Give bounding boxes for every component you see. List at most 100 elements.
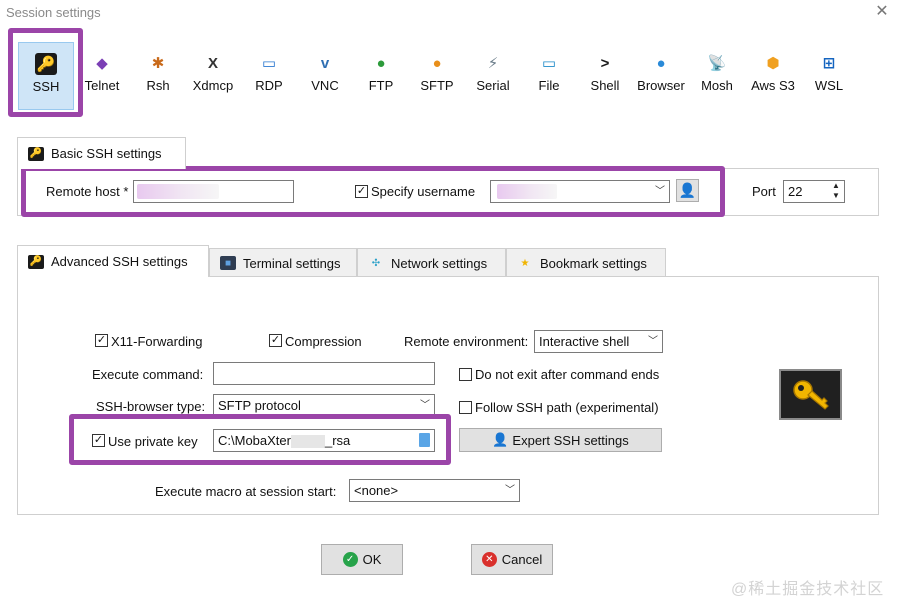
protocol-label: SSH [32, 79, 60, 94]
ssh-icon: 🔑 [28, 254, 44, 269]
protocol-label: Shell [590, 78, 620, 93]
compression-label: Compression [285, 334, 362, 349]
redacted-host [137, 184, 219, 199]
ssh-browser-type-value: SFTP protocol [218, 398, 301, 413]
chevron-down-icon: ﹀ [420, 400, 430, 411]
tab-label: Terminal settings [243, 255, 341, 271]
protocol-vnc-button[interactable]: v VNC [297, 42, 353, 110]
port-spinner[interactable]: ▲ ▼ [828, 181, 844, 202]
tab-basic-ssh-label: Basic SSH settings [51, 146, 162, 161]
close-icon[interactable]: ✕ [872, 2, 892, 22]
private-key-input[interactable]: C:\MobaXter _rsa [213, 429, 435, 452]
file-icon: ▭ [541, 55, 557, 72]
protocol-rsh-button[interactable]: ✱ Rsh [130, 42, 186, 110]
use-private-key-label: Use private key [108, 434, 198, 449]
protocol-browser-button[interactable]: ● Browser [633, 42, 689, 110]
remote-host-label: Remote host * [46, 184, 129, 199]
ok-button[interactable]: ✓ OK [321, 544, 403, 575]
protocol-serial-button[interactable]: ⚡ Serial [465, 42, 521, 110]
protocol-label: Browser [637, 78, 685, 93]
execute-command-label: Execute command: [92, 367, 204, 382]
port-label: Port [752, 184, 776, 199]
window-title: Session settings [6, 5, 101, 20]
do-not-exit-label: Do not exit after command ends [475, 367, 660, 382]
protocol-label: Xdmcp [192, 78, 234, 93]
ssh-icon: 🔑 [35, 53, 57, 75]
shell-icon: > [600, 54, 610, 72]
ssh-browser-type-select[interactable]: SFTP protocol ﹀ [213, 394, 435, 417]
tab-advanced-ssh-settings[interactable]: 🔑 Advanced SSH settings [17, 245, 209, 277]
tab-label: Advanced SSH settings [51, 254, 188, 269]
network-icon: ✣ [371, 257, 381, 269]
protocol-label: Serial [476, 78, 510, 93]
ftp-icon: ● [376, 54, 386, 72]
specify-username-checkbox[interactable]: ✓ [355, 185, 368, 198]
rsh-icon: ✱ [151, 55, 165, 72]
protocol-label: File [538, 78, 560, 93]
x11-forwarding-label: X11-Forwarding [111, 334, 203, 349]
ssh-icon: 🔑 [28, 146, 44, 161]
protocol-ftp-button[interactable]: ● FTP [353, 42, 409, 110]
file-browse-icon[interactable] [419, 433, 430, 447]
tab-bookmark-settings[interactable]: ★ Bookmark settings [506, 248, 666, 277]
mosh-icon: 📡 [707, 55, 727, 72]
telnet-icon: ◆ [96, 55, 108, 72]
cancel-button[interactable]: ✕ Cancel [471, 544, 553, 575]
tab-terminal-settings[interactable]: ■ Terminal settings [209, 248, 357, 277]
remote-environment-select[interactable]: Interactive shell ﹀ [534, 330, 663, 353]
protocol-telnet-button[interactable]: ◆ Telnet [74, 42, 130, 110]
execute-command-input[interactable] [213, 362, 435, 385]
remote-host-input[interactable] [133, 180, 294, 203]
follow-ssh-path-label: Follow SSH path (experimental) [475, 400, 659, 415]
private-key-path-suffix: _rsa [324, 433, 351, 448]
protocol-file-button[interactable]: ▭ File [521, 42, 577, 110]
compression-checkbox[interactable]: ✓ [269, 334, 282, 347]
specify-username-label: Specify username [371, 184, 476, 199]
port-value: 22 [788, 184, 803, 199]
protocol-shell-button[interactable]: > Shell [577, 42, 633, 110]
use-private-key-checkbox[interactable]: ✓ [92, 434, 105, 447]
browser-icon: ● [656, 54, 666, 72]
protocol-aws-s3-button[interactable]: ⬢ Aws S3 [745, 42, 801, 110]
x11-forwarding-checkbox[interactable]: ✓ [95, 334, 108, 347]
user-icon: 👤 [678, 182, 697, 198]
remote-environment-value: Interactive shell [539, 334, 630, 349]
redacted-username [497, 184, 557, 199]
aws-s3-icon: ⬢ [766, 55, 780, 72]
protocol-xdmcp-button[interactable]: X Xdmcp [185, 42, 241, 110]
expert-ssh-settings-button[interactable]: 👤 Expert SSH settings [459, 428, 662, 452]
tab-label: Network settings [391, 255, 488, 271]
wsl-icon: ⊞ [822, 55, 836, 72]
protocol-label: Rsh [146, 78, 170, 93]
check-icon: ✓ [342, 552, 358, 567]
remote-environment-label: Remote environment: [404, 334, 529, 349]
username-select[interactable]: ﹀ [490, 180, 670, 203]
expert-ssh-settings-label: Expert SSH settings [512, 432, 629, 448]
protocol-label: Telnet [84, 78, 120, 93]
protocol-label: RDP [255, 78, 283, 93]
protocol-label: SFTP [420, 78, 454, 93]
vnc-icon: v [320, 54, 330, 72]
key-icon [779, 369, 842, 420]
ok-label: OK [362, 552, 382, 567]
protocol-sftp-button[interactable]: ● SFTP [409, 42, 465, 110]
do-not-exit-checkbox[interactable] [459, 368, 472, 381]
execute-macro-select[interactable]: <none> ﹀ [349, 479, 520, 502]
port-input[interactable]: 22 ▲ ▼ [783, 180, 845, 203]
private-key-path-prefix: C:\MobaXter [218, 433, 291, 448]
ssh-browser-type-label: SSH-browser type: [96, 399, 206, 414]
user-manager-button[interactable]: 👤 [676, 179, 699, 202]
protocol-wsl-button[interactable]: ⊞ WSL [801, 42, 857, 110]
protocol-mosh-button[interactable]: 📡 Mosh [689, 42, 745, 110]
protocol-label: WSL [814, 78, 844, 93]
protocol-label: Mosh [701, 78, 733, 93]
protocol-rdp-button[interactable]: ▭ RDP [241, 42, 297, 110]
follow-ssh-path-checkbox[interactable] [459, 401, 472, 414]
tab-network-settings[interactable]: ✣ Network settings [357, 248, 506, 277]
execute-macro-value: <none> [354, 483, 399, 498]
protocol-ssh-button[interactable]: 🔑 SSH [18, 42, 74, 110]
chevron-down-icon: ﹀ [505, 485, 515, 496]
sftp-icon: ● [432, 54, 442, 72]
watermark: @稀土掘金技术社区 [731, 581, 885, 598]
tab-basic-ssh-settings[interactable]: 🔑 Basic SSH settings [17, 137, 186, 169]
